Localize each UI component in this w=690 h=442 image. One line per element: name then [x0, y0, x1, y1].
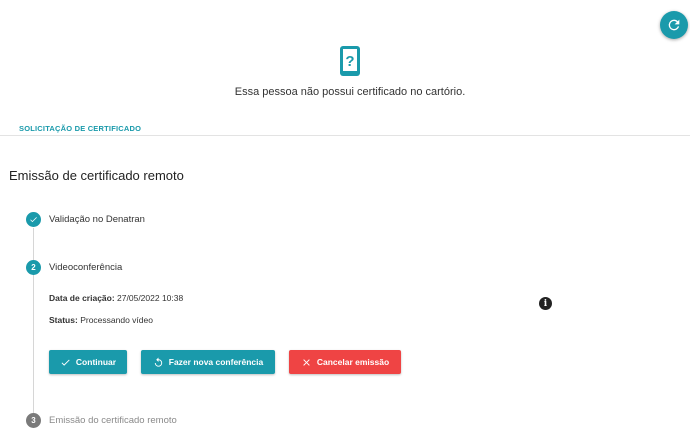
svg-text:?: ? [345, 53, 354, 70]
check-icon [61, 359, 70, 366]
restart-icon [154, 356, 162, 367]
step-3-number: 3 [26, 413, 41, 428]
close-icon [303, 358, 310, 366]
refresh-button[interactable] [660, 11, 688, 39]
redo-conference-button-label: Fazer nova conferência [168, 357, 264, 367]
creation-date-value: 27/05/2022 10:38 [117, 293, 184, 303]
step-2-number: 2 [26, 260, 41, 275]
status-line: Status: Processando vídeo [49, 315, 153, 325]
continue-button[interactable]: Continuar [49, 350, 127, 374]
creation-date-line: Data de criação: 27/05/2022 10:38 [49, 293, 183, 303]
step-3-label: Emissão do certificado remoto [49, 415, 177, 426]
page-title: Emissão de certificado remoto [9, 168, 184, 183]
redo-conference-button[interactable]: Fazer nova conferência [141, 350, 275, 374]
status-value: Processando vídeo [80, 315, 153, 325]
section-divider [0, 135, 690, 136]
step-1-label: Validação no Denatran [49, 214, 145, 225]
continue-button-label: Continuar [75, 357, 117, 367]
refresh-icon [668, 19, 680, 31]
no-certificate-message: Essa pessoa não possui certificado no ca… [234, 86, 466, 98]
step-2-label: Videoconferência [49, 262, 123, 273]
creation-date-label: Data de criação: [49, 293, 115, 303]
info-icon[interactable]: i [539, 297, 552, 310]
phone-question-icon: ? [340, 46, 360, 76]
stepper-line [33, 228, 34, 413]
status-label: Status: [49, 315, 78, 325]
cancel-emission-button[interactable]: Cancelar emissão [289, 350, 401, 374]
tab-solicitacao-certificado[interactable]: SOLICITAÇÃO DE CERTIFICADO [19, 124, 141, 133]
step-1-check-icon [26, 212, 41, 227]
cancel-emission-button-label: Cancelar emissão [316, 357, 390, 367]
